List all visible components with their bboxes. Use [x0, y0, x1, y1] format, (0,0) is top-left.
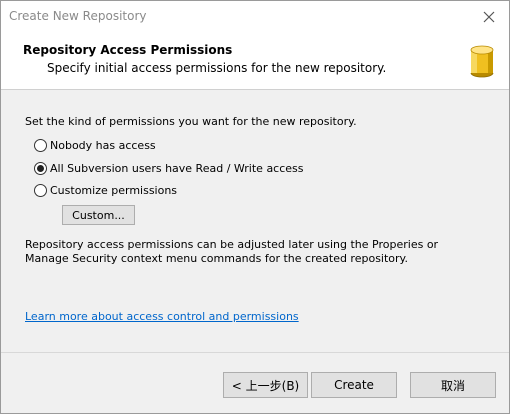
- radio-label: Customize permissions: [50, 183, 178, 197]
- radio-nobody-access[interactable]: Nobody has access: [34, 137, 156, 153]
- radio-all-users-rw[interactable]: All Subversion users have Read / Write a…: [34, 160, 304, 176]
- radio-customize[interactable]: Customize permissions: [34, 182, 177, 198]
- close-icon: [483, 11, 495, 22]
- radio-label: Nobody has access: [50, 138, 156, 152]
- header-subtitle: Specify initial access permissions for t…: [47, 61, 387, 75]
- radio-button[interactable]: [34, 183, 47, 197]
- back-button[interactable]: < 上一步(B): [223, 372, 308, 398]
- create-button[interactable]: Create: [311, 372, 397, 398]
- title-bar: Create New Repository: [1, 1, 509, 32]
- window-title: Create New Repository: [9, 9, 147, 23]
- cancel-button[interactable]: 取消: [410, 372, 496, 398]
- header-panel: Repository Access Permissions Specify in…: [1, 32, 509, 90]
- learn-more-link[interactable]: Learn more about access control and perm…: [25, 310, 299, 323]
- custom-button[interactable]: Custom...: [62, 205, 135, 225]
- header-title: Repository Access Permissions: [23, 43, 233, 57]
- radio-label: All Subversion users have Read / Write a…: [50, 161, 304, 175]
- dialog-window: Create New Repository Repository Access …: [0, 0, 510, 414]
- database-icon: [470, 45, 494, 78]
- radio-button-selected[interactable]: [34, 161, 47, 175]
- close-button[interactable]: [469, 1, 509, 32]
- permissions-note: Repository access permissions can be adj…: [25, 238, 439, 265]
- permissions-intro: Set the kind of permissions you want for…: [25, 115, 357, 128]
- footer-divider: [1, 352, 509, 353]
- radio-button[interactable]: [34, 138, 47, 152]
